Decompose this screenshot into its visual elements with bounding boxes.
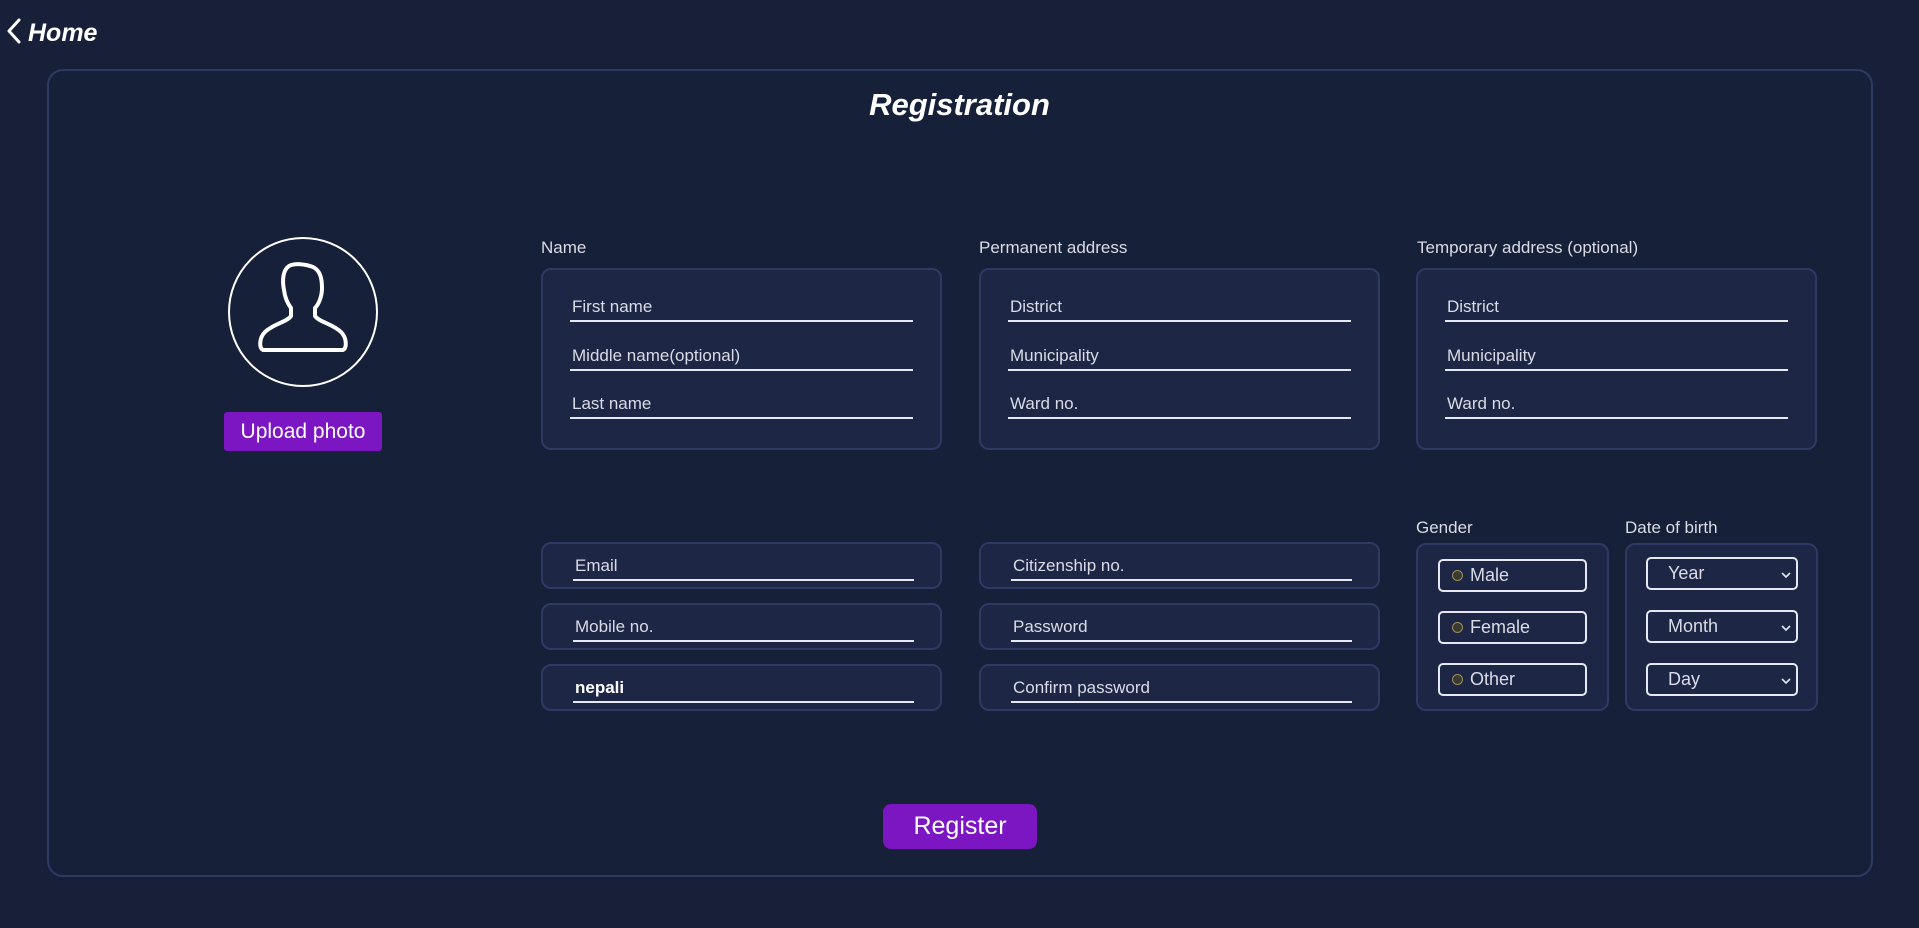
chevron-left-icon	[6, 18, 22, 49]
avatar	[228, 237, 378, 387]
dob-month-select[interactable]: Month	[1646, 610, 1798, 643]
permanent-address-panel: District Municipality Ward no.	[979, 268, 1380, 450]
temporary-district-input[interactable]: District	[1445, 296, 1788, 322]
chevron-down-icon	[1781, 563, 1791, 584]
citizenship-input[interactable]: Citizenship no.	[1011, 555, 1352, 581]
dob-year-value: Year	[1668, 563, 1705, 583]
temporary-ward-input[interactable]: Ward no.	[1445, 393, 1788, 419]
dob-day-value: Day	[1668, 669, 1701, 689]
gender-label: Gender	[1416, 518, 1473, 537]
mobile-input[interactable]: Mobile no.	[573, 616, 914, 642]
confirm-password-field-box: Confirm password	[979, 664, 1380, 711]
register-button[interactable]: Register	[883, 804, 1037, 849]
mobile-field-box: Mobile no.	[541, 603, 942, 650]
upload-photo-button[interactable]: Upload photo	[224, 412, 382, 451]
citizenship-field-box: Citizenship no.	[979, 542, 1380, 589]
gender-option-label: Female	[1470, 617, 1531, 637]
gender-option-label: Male	[1470, 565, 1510, 585]
nationality-field-box: nepali	[541, 664, 942, 711]
dob-panel: Year Month Day	[1625, 543, 1818, 711]
user-silhouette-icon	[253, 260, 353, 365]
password-input[interactable]: Password	[1011, 616, 1352, 642]
name-panel: First name Middle name(optional) Last na…	[541, 268, 942, 450]
confirm-password-input[interactable]: Confirm password	[1011, 677, 1352, 703]
email-field-box: Email	[541, 542, 942, 589]
gender-panel: Male Female Other	[1416, 543, 1609, 711]
last-name-input[interactable]: Last name	[570, 393, 913, 419]
chevron-down-icon	[1781, 669, 1791, 690]
permanent-municipality-input[interactable]: Municipality	[1008, 345, 1351, 371]
home-link[interactable]: Home	[6, 18, 97, 49]
gender-option-male[interactable]: Male	[1438, 559, 1587, 592]
gender-option-other[interactable]: Other	[1438, 663, 1587, 696]
nationality-input[interactable]: nepali	[573, 677, 914, 703]
middle-name-input[interactable]: Middle name(optional)	[570, 345, 913, 371]
gender-option-label: Other	[1470, 669, 1516, 689]
temporary-municipality-input[interactable]: Municipality	[1445, 345, 1788, 371]
temporary-address-label: Temporary address (optional)	[1417, 238, 1639, 257]
email-input[interactable]: Email	[573, 555, 914, 581]
permanent-address-label: Permanent address	[979, 238, 1128, 257]
permanent-ward-input[interactable]: Ward no.	[1008, 393, 1351, 419]
radio-icon	[1452, 622, 1463, 633]
page-title: Registration	[869, 87, 1050, 122]
home-label: Home	[28, 19, 98, 47]
permanent-district-input[interactable]: District	[1008, 296, 1351, 322]
dob-year-select[interactable]: Year	[1646, 557, 1798, 590]
chevron-down-icon	[1781, 616, 1791, 637]
dob-day-select[interactable]: Day	[1646, 663, 1798, 696]
registration-card	[47, 69, 1873, 877]
dob-month-value: Month	[1668, 616, 1719, 636]
password-field-box: Password	[979, 603, 1380, 650]
radio-icon	[1452, 570, 1463, 581]
dob-label: Date of birth	[1625, 518, 1718, 537]
temporary-address-panel: District Municipality Ward no.	[1416, 268, 1817, 450]
name-section-label: Name	[541, 238, 587, 257]
radio-icon	[1452, 674, 1463, 685]
gender-option-female[interactable]: Female	[1438, 611, 1587, 644]
first-name-input[interactable]: First name	[570, 296, 913, 322]
